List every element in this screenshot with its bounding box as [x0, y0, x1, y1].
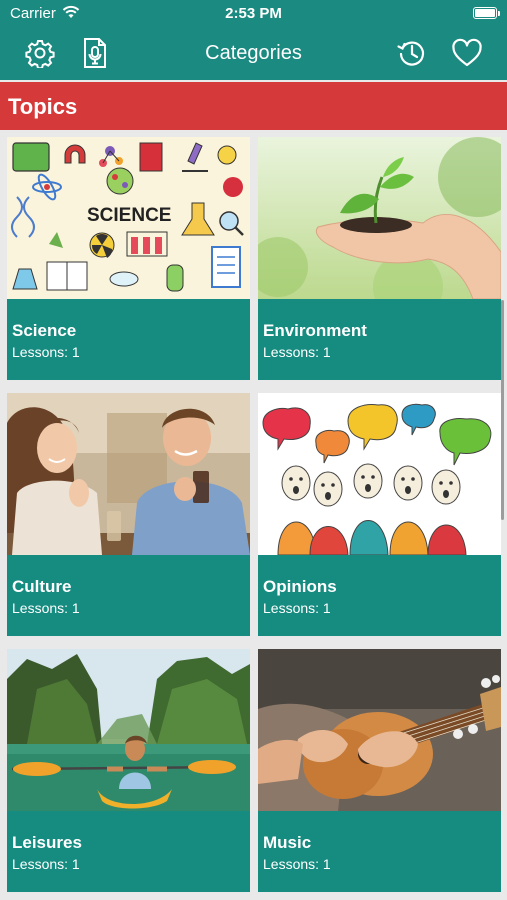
- card-footer: Science Lessons: 1: [7, 299, 250, 380]
- topic-card-culture[interactable]: Culture Lessons: 1: [7, 393, 250, 636]
- topic-card-opinions[interactable]: Opinions Lessons: 1: [258, 393, 501, 636]
- card-title: Leisures: [12, 833, 82, 852]
- battery-icon: [473, 7, 497, 19]
- card-title: Science: [12, 321, 77, 340]
- history-icon: [397, 41, 425, 66]
- navigation-bar: Categories: [0, 28, 507, 78]
- page-title: Categories: [205, 42, 302, 64]
- card-title: Music: [263, 833, 312, 852]
- section-title: Topics: [8, 94, 78, 119]
- card-title: Opinions: [263, 577, 337, 596]
- card-lesson-count: Lessons: 1: [12, 600, 80, 616]
- topic-card-leisures[interactable]: Leisures Lessons: 1: [7, 649, 250, 892]
- card-lesson-count: Lessons: 1: [263, 344, 331, 360]
- science-image: SCIENCE: [7, 137, 250, 299]
- card-footer: Environment Lessons: 1: [258, 299, 501, 380]
- scrollbar[interactable]: [501, 300, 504, 520]
- favorites-button[interactable]: [450, 36, 484, 70]
- environment-image: [258, 137, 501, 299]
- topic-card-music[interactable]: Music Lessons: 1: [258, 649, 501, 892]
- status-bar: Carrier 2:53 PM: [0, 0, 507, 28]
- card-footer: Opinions Lessons: 1: [258, 555, 501, 636]
- section-header: Topics: [0, 82, 507, 130]
- culture-image: [7, 393, 250, 555]
- music-image: [258, 649, 501, 811]
- science-image-text: SCIENCE: [87, 205, 171, 226]
- topic-card-environment[interactable]: Environment Lessons: 1: [258, 137, 501, 380]
- card-title: Environment: [263, 321, 367, 340]
- opinions-image: [258, 393, 501, 555]
- card-footer: Leisures Lessons: 1: [7, 811, 250, 892]
- history-button[interactable]: [395, 36, 429, 70]
- card-lesson-count: Lessons: 1: [12, 344, 80, 360]
- clock: 2:53 PM: [225, 5, 282, 22]
- heart-icon: [452, 38, 482, 67]
- card-lesson-count: Lessons: 1: [263, 856, 331, 872]
- leisures-image: [7, 649, 250, 811]
- card-lesson-count: Lessons: 1: [263, 600, 331, 616]
- topic-card-science[interactable]: SCIENCE Science Lessons: 1: [7, 137, 250, 380]
- card-footer: Music Lessons: 1: [258, 811, 501, 892]
- card-footer: Culture Lessons: 1: [7, 555, 250, 636]
- card-title: Culture: [12, 577, 72, 596]
- top-bar: Carrier 2:53 PM Categories: [0, 0, 507, 80]
- battery-tip: [498, 11, 500, 16]
- card-lesson-count: Lessons: 1: [12, 856, 80, 872]
